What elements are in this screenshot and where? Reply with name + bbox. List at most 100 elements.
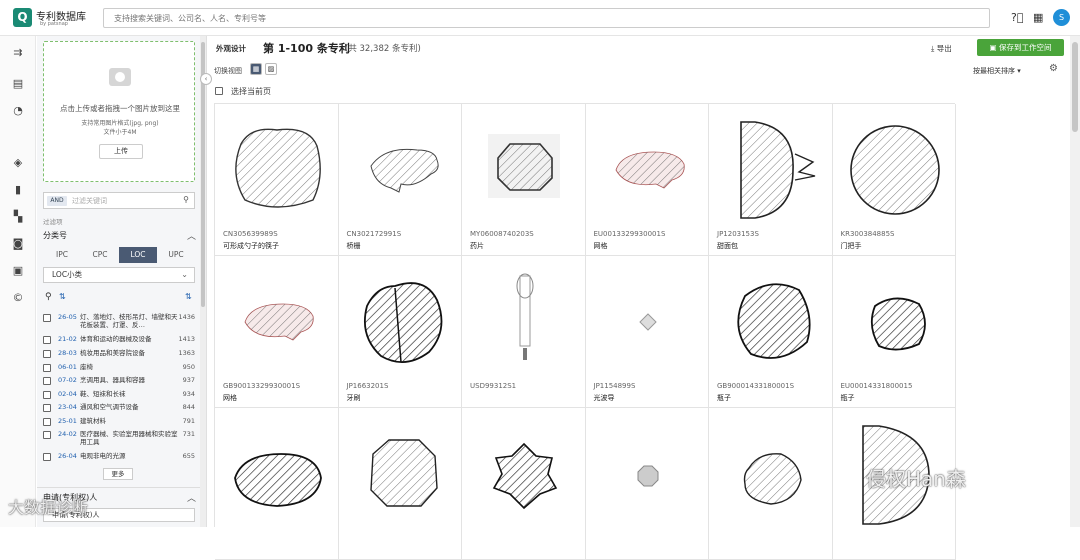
- upload-formats: 支持常用图片格式(jpg, png): [81, 120, 159, 127]
- patent-number[interactable]: CN305639989S: [223, 230, 278, 238]
- patent-card[interactable]: CN305639989S 可形成勺子的筷子: [215, 104, 339, 256]
- search-icon[interactable]: ⚲: [183, 195, 189, 204]
- page-scrollbar[interactable]: [1070, 36, 1080, 527]
- export-button[interactable]: ⤓ 导出: [931, 43, 952, 54]
- tab-cpc[interactable]: CPC: [81, 247, 119, 263]
- gear-icon[interactable]: ⚙: [1049, 63, 1058, 74]
- loc-checkbox[interactable]: [43, 453, 51, 461]
- patent-card[interactable]: [338, 408, 462, 560]
- patent-number[interactable]: USD99312S1: [470, 382, 516, 390]
- loc-code[interactable]: 02-04: [58, 390, 77, 398]
- loc-checkbox[interactable]: [43, 314, 51, 322]
- chevron-up-icon[interactable]: ︿: [187, 491, 196, 504]
- design-drawing: [492, 442, 558, 510]
- operator-badge[interactable]: AND: [47, 196, 67, 206]
- patent-number[interactable]: KR300384885S: [841, 230, 895, 238]
- patent-card[interactable]: MY06008740203S 药片: [462, 104, 586, 256]
- patent-card[interactable]: [462, 408, 586, 560]
- patent-card[interactable]: GB90013329930001S 网格: [215, 256, 339, 408]
- patent-number[interactable]: EU0013329930001S: [594, 230, 666, 238]
- grid-view-icon[interactable]: ▦: [250, 63, 262, 75]
- loc-code[interactable]: 06-01: [58, 363, 77, 371]
- patent-card[interactable]: GB90001433180001S 瓶子: [709, 256, 833, 408]
- patent-number[interactable]: GB90001433180001S: [717, 382, 794, 390]
- loc-checkbox[interactable]: [43, 377, 51, 385]
- image-upload-area[interactable]: 点击上传或者拖拽一个图片放到这里 支持常用图片格式(jpg, png) 文件小于…: [43, 41, 195, 182]
- image-view-icon[interactable]: ▨: [265, 63, 277, 75]
- loc-code[interactable]: 26-04: [58, 452, 77, 460]
- loc-checkbox[interactable]: [43, 418, 51, 426]
- patent-card[interactable]: [709, 408, 833, 560]
- tab-ipc[interactable]: IPC: [43, 247, 81, 263]
- help-icon[interactable]: ?⃝: [1011, 11, 1023, 24]
- patent-number[interactable]: MY06008740203S: [470, 230, 534, 238]
- loc-code[interactable]: 28-03: [58, 349, 77, 357]
- loc-code[interactable]: 26-05: [58, 313, 77, 321]
- sidebar-scrollbar[interactable]: [200, 36, 206, 527]
- sort-select[interactable]: 按最相关排序 ▾: [973, 66, 1021, 76]
- tab-upc[interactable]: UPC: [157, 247, 195, 263]
- loc-subclass-select[interactable]: LOC小类 ⌄: [43, 267, 195, 283]
- patent-card[interactable]: [215, 408, 339, 560]
- search-icon[interactable]: ⚲: [45, 292, 52, 302]
- loc-code[interactable]: 07-02: [58, 376, 77, 384]
- apps-grid-icon[interactable]: ▦: [1033, 11, 1043, 24]
- patent-number[interactable]: CN302172991S: [347, 230, 402, 238]
- report-icon[interactable]: ▣: [11, 264, 25, 277]
- loc-name: 灯、落地灯、枝形吊灯、墙壁和天花板装置、灯罩、反…: [80, 313, 178, 329]
- loc-code[interactable]: 25-01: [58, 417, 77, 425]
- save-label: 保存到工作空间: [998, 43, 1052, 52]
- patent-number[interactable]: JP1663201S: [347, 382, 389, 390]
- chart-icon[interactable]: ▮: [11, 183, 25, 196]
- dashboard-icon[interactable]: ▚: [11, 210, 25, 223]
- tab-loc[interactable]: LOC: [119, 247, 157, 263]
- clock-icon[interactable]: ◔: [11, 104, 25, 117]
- patent-card[interactable]: USD99312S1: [462, 256, 586, 408]
- loc-code[interactable]: 21-02: [58, 335, 77, 343]
- team-icon[interactable]: ◙: [11, 237, 25, 250]
- top-bar: Q 专利数据库 by patsnap ?⃝ ▦ S: [0, 0, 1080, 36]
- chevron-up-icon[interactable]: ︿: [187, 229, 196, 242]
- loc-checkbox[interactable]: [43, 364, 51, 372]
- patent-card[interactable]: JP1154899S 光波导: [585, 256, 709, 408]
- design-drawing: [235, 128, 321, 208]
- loc-code[interactable]: 24-02: [58, 430, 77, 438]
- scroll-thumb[interactable]: [1072, 42, 1078, 132]
- more-button[interactable]: 更多: [103, 468, 133, 480]
- keyword-filter-input[interactable]: AND 过滤关键词 ⚲: [43, 192, 195, 209]
- patent-number[interactable]: JP1154899S: [594, 382, 636, 390]
- patent-card[interactable]: KR300384885S 门把手: [832, 104, 956, 256]
- loc-count: 950: [182, 363, 195, 371]
- menu-toggle-icon[interactable]: ⇉: [11, 46, 25, 59]
- patent-card[interactable]: JP1663201S 牙刷: [338, 256, 462, 408]
- search-input[interactable]: [103, 8, 990, 28]
- patent-card[interactable]: JP1203153S 甜面包: [709, 104, 833, 256]
- patent-number[interactable]: GB90013329930001S: [223, 382, 300, 390]
- loc-name: 鞋、短袜和长袜: [80, 390, 126, 398]
- results-grid: CN305639989S 可形成勺子的筷子 CN302172991S 桥栅 MY0600…: [214, 103, 956, 560]
- loc-checkbox[interactable]: [43, 350, 51, 358]
- save-to-workspace-button[interactable]: ▣ 保存到工作空间: [977, 39, 1064, 56]
- upload-button[interactable]: 上传: [99, 144, 143, 159]
- patent-card[interactable]: CN302172991S 桥栅: [338, 104, 462, 256]
- avatar[interactable]: S: [1053, 9, 1070, 26]
- loc-checkbox[interactable]: [43, 404, 51, 412]
- loc-checkbox[interactable]: [43, 391, 51, 399]
- patent-number[interactable]: JP1203153S: [717, 230, 759, 238]
- select-current-page[interactable]: 选择当前页: [215, 86, 271, 97]
- patent-number[interactable]: EU00014331800015: [841, 382, 913, 390]
- filter-label: 过滤项: [43, 218, 63, 226]
- patent-card[interactable]: EU00014331800015 瓶子: [832, 256, 956, 408]
- sort-alpha-icon[interactable]: ⇅: [59, 292, 66, 301]
- document-icon[interactable]: ▤: [11, 77, 25, 90]
- copyright-icon[interactable]: ©: [11, 291, 25, 304]
- patent-card[interactable]: EU0013329930001S 网格: [585, 104, 709, 256]
- loc-checkbox[interactable]: [43, 336, 51, 344]
- layers-icon[interactable]: ◈: [11, 156, 25, 169]
- logo-icon[interactable]: Q: [13, 8, 32, 27]
- loc-checkbox[interactable]: [43, 431, 51, 439]
- loc-code[interactable]: 23-04: [58, 403, 77, 411]
- patent-card[interactable]: [585, 408, 709, 560]
- select-page-checkbox[interactable]: [215, 87, 223, 95]
- sort-count-icon[interactable]: ⇅: [185, 292, 192, 301]
